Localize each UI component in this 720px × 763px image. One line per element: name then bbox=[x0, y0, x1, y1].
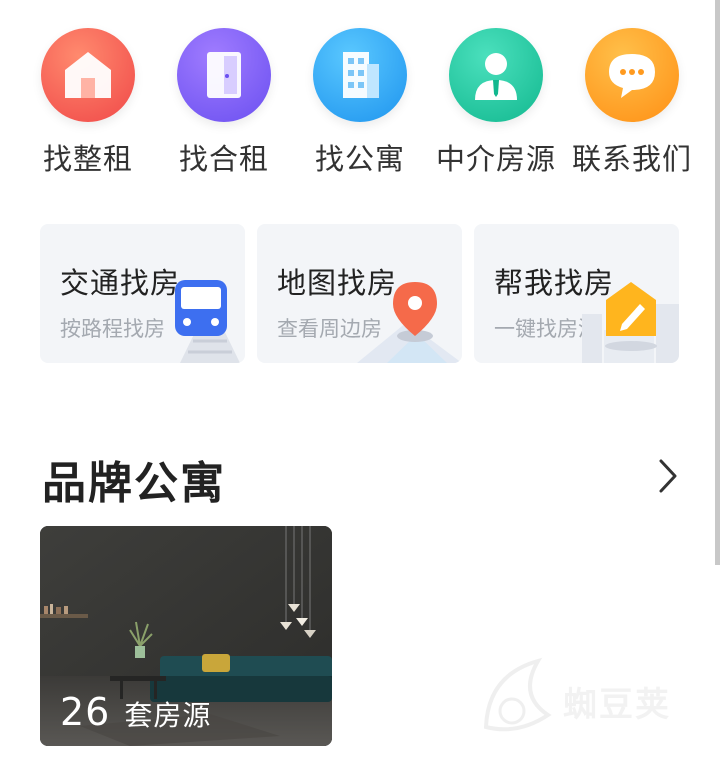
category-label: 联系我们 bbox=[571, 142, 692, 176]
scrollbar[interactable] bbox=[715, 0, 720, 565]
chat-icon bbox=[585, 28, 679, 122]
category-contact-us[interactable]: 联系我们 bbox=[564, 28, 700, 178]
category-label: 找公寓 bbox=[314, 142, 405, 176]
watermark-text: 蜘豆荚 bbox=[563, 685, 671, 725]
door-icon bbox=[177, 28, 271, 122]
agent-icon bbox=[449, 28, 543, 122]
listing-count-number: 26 bbox=[60, 690, 111, 734]
building-icon bbox=[313, 28, 407, 122]
card-subtitle: 按路程找房 bbox=[60, 317, 165, 341]
card-transit-search[interactable]: 交通找房 按路程找房 bbox=[40, 224, 245, 363]
category-label: 找整租 bbox=[42, 142, 133, 176]
category-whole-rent[interactable]: 找整租 bbox=[20, 28, 156, 178]
watermark: 蜘豆荚 bbox=[478, 655, 669, 739]
listing-count: 26 套房源 bbox=[60, 690, 211, 734]
category-agent-listings[interactable]: 中介房源 bbox=[428, 28, 564, 178]
chevron-right-icon[interactable] bbox=[657, 458, 679, 494]
listing-count-unit: 套房源 bbox=[124, 699, 212, 732]
edit-house-icon bbox=[582, 282, 679, 363]
card-map-search[interactable]: 地图找房 查看周边房 bbox=[257, 224, 462, 363]
category-label: 中介房源 bbox=[435, 142, 556, 176]
category-apartment[interactable]: 找公寓 bbox=[292, 28, 428, 178]
card-help-me-search[interactable]: 帮我找房 一键找房源 bbox=[474, 224, 679, 363]
pea-pod-logo-icon bbox=[483, 657, 552, 732]
category-shared-rent[interactable]: 找合租 bbox=[156, 28, 292, 178]
category-label: 找合租 bbox=[178, 142, 269, 176]
map-pin-icon bbox=[357, 282, 462, 363]
brand-apartment-card[interactable]: 26 套房源 bbox=[40, 526, 332, 746]
section-title: 品牌公寓 bbox=[42, 458, 226, 509]
house-icon bbox=[41, 28, 135, 122]
category-row: 找整租 找合租 找公寓 中介房源 联系我们 bbox=[0, 28, 715, 178]
train-icon bbox=[175, 280, 240, 363]
